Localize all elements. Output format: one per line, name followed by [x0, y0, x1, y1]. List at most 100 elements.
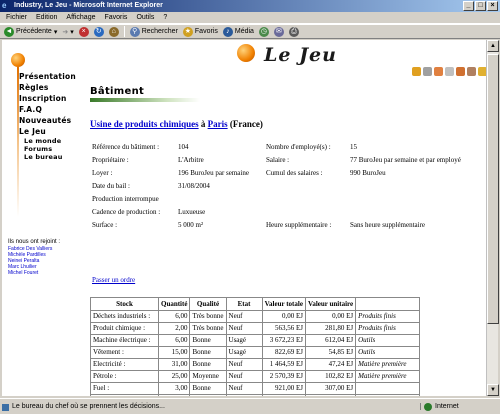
tool-icon-1[interactable]	[412, 67, 421, 76]
table-cell: Très bonne	[189, 322, 227, 335]
favorites-star-icon: ★	[182, 26, 193, 37]
nav-nouveautes[interactable]: Nouveautés	[19, 115, 76, 126]
tool-icon-5[interactable]	[456, 67, 465, 76]
print-icon[interactable]: ⎙	[288, 26, 299, 37]
window-title: Industry, Le Jeu - Microsoft Internet Ex…	[14, 2, 163, 9]
table-cell: 4 283,96 EJ	[261, 394, 306, 396]
col-header: Etat	[225, 297, 263, 311]
stop-icon[interactable]: ×	[78, 26, 89, 37]
tool-icon-6[interactable]	[467, 67, 476, 76]
logo-ball-icon	[237, 44, 255, 62]
info-label: Référence du bâtiment :	[92, 143, 160, 151]
joined-box: Ils nous ont rejoint : Fabrice Des Valli…	[8, 239, 60, 276]
main-nav: Présentation Règles Inscription F.A.Q No…	[19, 71, 76, 161]
table-cell: 15,00	[157, 346, 191, 359]
table-cell: Neuf	[225, 394, 263, 396]
tool-icon-4[interactable]	[445, 67, 454, 76]
nav-presentation[interactable]: Présentation	[19, 71, 76, 82]
table-cell: 47,24 EJ	[304, 358, 357, 371]
table-cell: Très bonne	[189, 310, 227, 323]
menu-fichier[interactable]: Fichier	[6, 14, 27, 21]
table-cell: 921,00 EJ	[261, 382, 306, 395]
table-cell: Pétrole :	[90, 370, 159, 383]
table-cell: Neuf	[225, 322, 263, 335]
media-button[interactable]: ♪ Média	[222, 26, 254, 37]
vertical-scrollbar[interactable]: ▲ ▼	[486, 40, 499, 396]
tool-icon-3[interactable]	[434, 67, 443, 76]
info-label: Date du bail :	[92, 182, 130, 190]
info-row: Surface : 5 000 m² Heure supplémentaire …	[92, 220, 463, 231]
scroll-thumb[interactable]	[487, 54, 499, 324]
table-cell: 31,00	[157, 358, 191, 371]
zone-indicator: Internet	[420, 403, 500, 411]
col-header: Valeur totale	[261, 297, 306, 311]
table-cell: Usagé	[225, 334, 263, 347]
table-row: Déchets industriels :6,00 Très bonne Neuf 0…	[90, 310, 421, 323]
favorites-button[interactable]: ★ Favoris	[182, 26, 218, 37]
home-icon[interactable]: ⌂	[108, 26, 119, 37]
tool-icon-2[interactable]	[423, 67, 432, 76]
table-cell: Bonne	[189, 358, 227, 371]
info-value: 196 BuroJeu par semaine	[178, 169, 249, 177]
table-cell: Neuf	[225, 310, 263, 323]
menu-affichage[interactable]: Affichage	[66, 14, 95, 21]
table-row: Vêtement :15,00 Bonne Usagé 822,69 EJ 54,85 …	[90, 346, 421, 359]
table-cell: Bonne	[189, 394, 227, 396]
ie-icon: e	[2, 1, 7, 10]
tool-icon-7[interactable]	[478, 67, 486, 76]
refresh-icon[interactable]: ↻	[93, 26, 104, 37]
table-cell: Vêtement :	[90, 346, 159, 359]
close-button[interactable]: ×	[487, 1, 498, 11]
city-link[interactable]: Paris	[208, 119, 228, 129]
minimize-button[interactable]: _	[463, 1, 474, 11]
back-label: Précédente	[16, 28, 52, 35]
menu-favoris[interactable]: Favoris	[104, 14, 127, 21]
scroll-down-icon[interactable]: ▼	[487, 384, 499, 396]
nav-sub: Le monde Forums Le bureau	[19, 137, 76, 161]
info-value: 990 BuroJeu	[350, 169, 386, 177]
nav-le-bureau[interactable]: Le bureau	[19, 153, 76, 161]
nav-inscription[interactable]: Inscription	[19, 93, 76, 104]
menu-outils[interactable]: Outils	[136, 14, 154, 21]
back-button[interactable]: ◄ Précédente ▾	[4, 26, 57, 37]
menu-edition[interactable]: Edition	[36, 14, 57, 21]
search-button[interactable]: ⚲ Rechercher	[129, 26, 178, 37]
maximize-button[interactable]: □	[475, 1, 486, 11]
place-order-link[interactable]: Passer un ordre	[92, 276, 135, 284]
nav-forums[interactable]: Forums	[19, 145, 76, 153]
info-value	[350, 194, 463, 205]
menu-help[interactable]: ?	[163, 14, 167, 21]
info-value: Sans heure supplémentaire	[350, 221, 426, 229]
info-row: Propriétaire : L'Arbitre Salaire : 77 Bu…	[92, 155, 463, 166]
nav-faq[interactable]: F.A.Q	[19, 104, 76, 115]
table-row: Pétrole :25,00 Moyenne Neuf 2 570,39 EJ 102,…	[90, 370, 421, 383]
info-value: 31/08/2004	[178, 182, 210, 190]
status-text: Le bureau du chef où se prennent les déc…	[0, 403, 420, 411]
table-cell: 25,00	[157, 370, 191, 383]
info-label: Heure supplémentaire :	[266, 221, 332, 229]
table-cell: 2 570,39 EJ	[261, 370, 306, 383]
mail-icon[interactable]: ✉	[273, 26, 284, 37]
info-value	[350, 207, 463, 218]
joined-member[interactable]: Michel Fouret	[8, 270, 60, 276]
nav-le-jeu[interactable]: Le Jeu	[19, 126, 76, 137]
nav-regles[interactable]: Règles	[19, 82, 76, 93]
table-cell: Déchets industriels :	[90, 310, 159, 323]
table-cell: 23,00	[157, 394, 191, 396]
factory-country: (France)	[229, 119, 263, 129]
history-icon[interactable]: ◷	[258, 26, 269, 37]
window-titlebar: e Industry, Le Jeu - Microsoft Internet …	[0, 0, 500, 12]
scroll-up-icon[interactable]: ▲	[487, 40, 499, 52]
table-cell: 6,00	[157, 334, 191, 347]
col-header	[355, 297, 421, 311]
window-controls: _ □ ×	[463, 1, 498, 11]
table-cell: 6,00	[157, 310, 191, 323]
nav-le-monde[interactable]: Le monde	[19, 137, 76, 145]
table-cell: 307,00 EJ	[304, 382, 357, 395]
table-cell: Neuf	[225, 370, 263, 383]
info-label: Cadence de production :	[92, 208, 161, 216]
table-cell: 186,26 EJ	[304, 394, 357, 396]
table-cell: 102,82 EJ	[304, 370, 357, 383]
factory-link[interactable]: Usine de produits chimiques	[90, 119, 199, 129]
forward-button[interactable]: ➜ ▾	[62, 28, 73, 36]
